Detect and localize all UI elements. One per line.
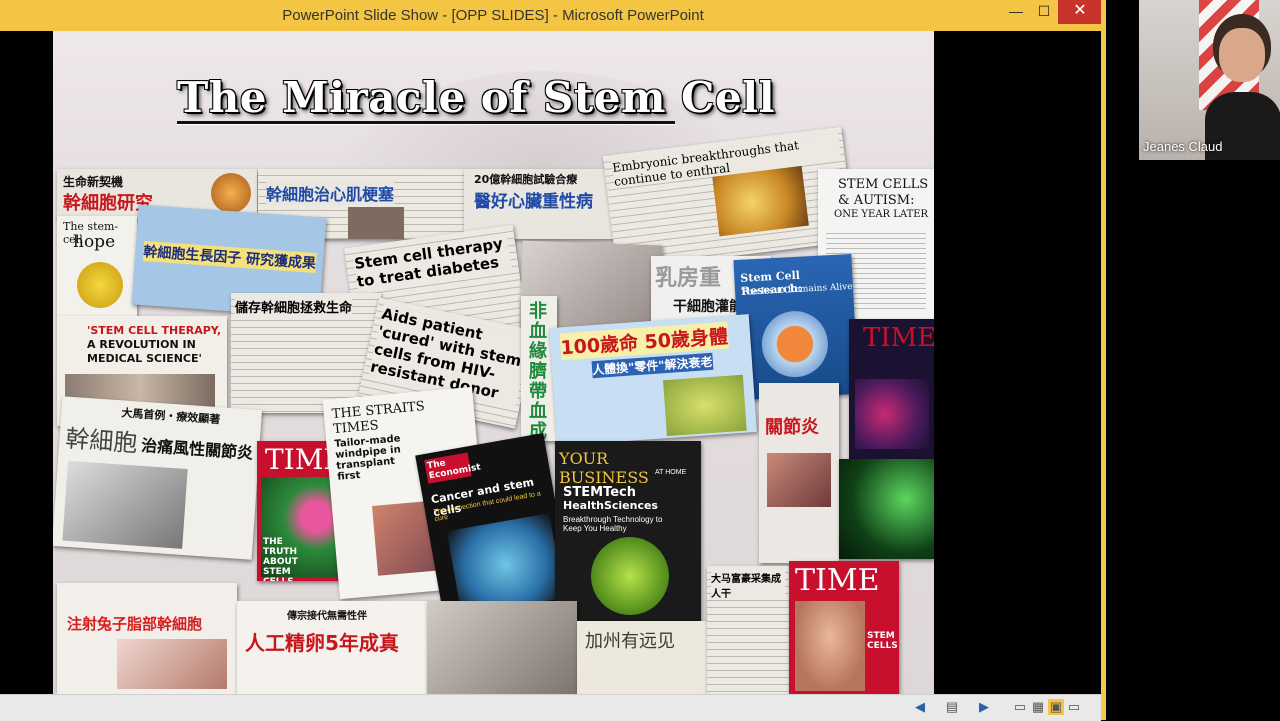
- minimize-button[interactable]: —: [1001, 0, 1031, 24]
- clipping-rabbit-injection: 注射兔子脂部幹細胞: [57, 583, 237, 694]
- clipping-text: 傳宗接代無需性伴: [287, 611, 367, 622]
- clipping-tycoon: 大马富豪采集成人干: [707, 566, 789, 694]
- clipping-your-business: YOUR BUSINESS AT HOME STEMTech HealthSci…: [555, 441, 701, 626]
- clipping-economist: The Economist Cancer and stem cells The …: [415, 433, 573, 623]
- title-bar: PowerPoint Slide Show - [OPP SLIDES] - M…: [0, 0, 1106, 32]
- clipping-gout: 大馬首例・療效顯著 幹細胞 治痛風性關節炎: [53, 396, 262, 560]
- clipping-headline: 加州有远见: [585, 631, 675, 651]
- clipping-headline: ONE YEAR LATER: [834, 209, 929, 220]
- clipping-headline: TIME: [795, 563, 880, 598]
- clipping-100-years: 100歲命 50歲身體 人體換"零件"解決衰老: [549, 314, 757, 446]
- clipping-headline: 'STEM CELL THERAPY,: [87, 324, 222, 337]
- close-button[interactable]: ✕: [1058, 0, 1102, 24]
- slide-show-area[interactable]: The Miracle of Stem Cell 生命新契機 幹細胞研究 幹細胞…: [0, 31, 1101, 694]
- clipping-headline: YOUR BUSINESS: [559, 449, 649, 487]
- clipping-artificial-sperm: 傳宗接代無需性伴 人工精卵5年成真: [237, 601, 427, 694]
- clipping-photo: [767, 453, 831, 507]
- clipping-headline: 大马富豪采集成人干: [711, 570, 785, 600]
- notes-icon[interactable]: ▤: [944, 699, 960, 715]
- clipping-time-magazine-right: TIME: [849, 319, 934, 459]
- clipping-headline: 幹細胞生長因子 研究獲成果: [142, 241, 317, 274]
- clipping-photo: [77, 262, 123, 308]
- clipping-text: 20億幹細胞試驗合療: [474, 173, 578, 186]
- clipping-photo: [663, 374, 747, 437]
- clipping-headline: THE TRUTH ABOUT STEM CELLS: [263, 537, 298, 581]
- clipping-headline: & AUTISM:: [838, 193, 915, 208]
- clipping-headline: THE STRAITS TIMES: [331, 399, 426, 438]
- clipping-headline: 治痛風性關節炎: [140, 435, 254, 463]
- clipping-headline: HealthSciences: [563, 499, 658, 512]
- slide-title: The Miracle of Stem Cell: [177, 73, 776, 122]
- title-underline: [177, 121, 675, 124]
- clipping-california: 加州有远见: [577, 621, 707, 694]
- clipping-photo: [712, 165, 809, 237]
- clipping-headline: TIME: [863, 323, 934, 353]
- slideshow-icon[interactable]: ▭: [1066, 699, 1082, 715]
- clipping-headline: 醫好心臟重性病: [474, 192, 593, 212]
- normal-view-icon[interactable]: ▭: [1012, 699, 1028, 715]
- clipping-text: AT HOME: [655, 469, 687, 476]
- clipping-headline: 注射兔子脂部幹細胞: [67, 615, 203, 633]
- window-border: [1101, 0, 1106, 720]
- clipping-lab-photo: [427, 601, 577, 694]
- clipping-headline: 人工精卵5年成真: [245, 631, 399, 655]
- clipping-text: Breakthrough Technology to Keep You Heal…: [563, 515, 663, 533]
- clipping-headline: 儲存幹細胞拯救生命: [235, 297, 353, 316]
- clipping-arthritis: 關節炎: [759, 383, 839, 563]
- clipping-photo: [62, 460, 188, 549]
- participant-name: Jeanes Claud: [1143, 139, 1223, 154]
- clipping-photo: [117, 639, 227, 689]
- clipping-headline: STEM CELLS: [838, 177, 929, 192]
- clipping-stem-cell-hope: The stem-cell hope: [57, 216, 137, 316]
- clipping-photo: [795, 601, 865, 691]
- clipping-photo: [855, 379, 929, 449]
- clipping-photo: [348, 207, 404, 239]
- clipping-time-stem-cells: TIME STEM CELLS: [789, 561, 899, 694]
- clipping-headline: 非血緣臍帶血成功: [529, 301, 547, 442]
- participant-video-tile[interactable]: Jeanes Claud: [1139, 0, 1280, 160]
- clipping-logo: The Economist: [424, 452, 482, 484]
- clipping-text: 生命新契機: [63, 175, 124, 189]
- clipping-photo: [211, 173, 251, 213]
- clipping-photo: [591, 537, 669, 615]
- reading-view-icon[interactable]: ▣: [1048, 699, 1064, 715]
- slide[interactable]: The Miracle of Stem Cell 生命新契機 幹細胞研究 幹細胞…: [53, 31, 934, 694]
- clipping-headline: 乳房重: [655, 266, 722, 291]
- clipping-photo: [760, 309, 830, 379]
- clipping-text: Tailor-made windpipe in transplant first: [334, 433, 402, 483]
- clipping-headline: MEDICAL SCIENCE': [87, 352, 202, 365]
- slide-sorter-icon[interactable]: ▦: [1030, 699, 1046, 715]
- clipping-headline: A REVOLUTION IN: [87, 338, 196, 351]
- clipping-green-cells: [839, 459, 934, 559]
- window-title: PowerPoint Slide Show - [OPP SLIDES] - M…: [282, 7, 704, 24]
- powerpoint-window: PowerPoint Slide Show - [OPP SLIDES] - M…: [0, 0, 1106, 721]
- slideshow-status-bar: ◀ ▤ ▶ ▭ ▦ ▣ ▭: [0, 694, 1101, 721]
- clipping-text: 干細胞灌能: [673, 299, 743, 315]
- clipping-headline: 幹細胞: [64, 425, 139, 458]
- clipping-headline: STEMTech: [563, 485, 636, 500]
- clipping-headline: 幹細胞治心肌梗塞: [266, 181, 395, 205]
- clipping-text: STEM CELLS: [867, 631, 898, 651]
- next-arrow-icon[interactable]: ▶: [976, 699, 992, 715]
- clipping-headline: hope: [73, 232, 116, 252]
- clipping-headline: 關節炎: [765, 417, 819, 438]
- prev-arrow-icon[interactable]: ◀: [912, 699, 928, 715]
- maximize-button[interactable]: ☐: [1029, 0, 1059, 24]
